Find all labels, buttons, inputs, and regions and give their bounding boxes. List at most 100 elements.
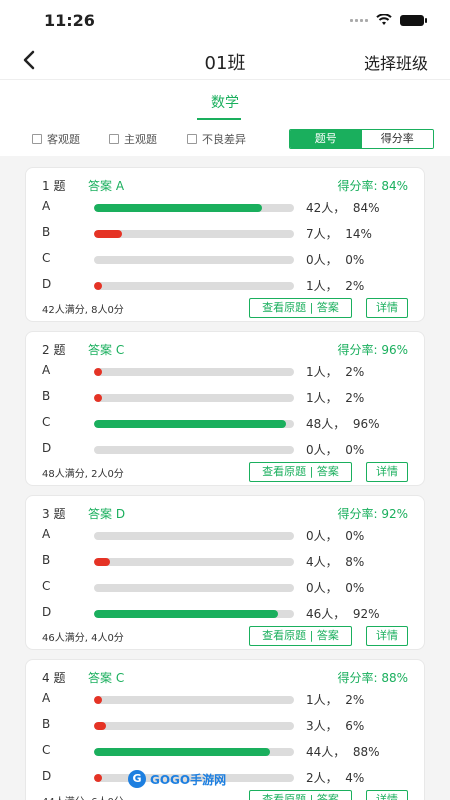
view-question-button[interactable]: 查看原题 | 答案 <box>249 298 352 318</box>
option-bar-fill <box>94 368 102 376</box>
option-row: B 4人， 8% <box>26 548 424 574</box>
option-row: A 42人， 84% <box>26 194 424 220</box>
question-number: 3 题 <box>42 507 66 521</box>
subjective-checkbox[interactable]: 主观题 <box>109 131 157 147</box>
option-label: A <box>42 527 51 541</box>
watermark-logo-icon: G <box>128 770 146 788</box>
watermark: G GOGO手游网 <box>128 768 226 790</box>
view-question-button[interactable]: 查看原题 | 答案 <box>249 790 352 800</box>
detail-button[interactable]: 详情 <box>366 790 408 800</box>
correct-answer: 答案 D <box>88 507 126 521</box>
option-row: D 46人， 92% <box>26 600 424 626</box>
filter-bar: 客观题 主观题 不良差异 题号 得分率 <box>0 124 450 156</box>
option-bar-track <box>94 722 294 730</box>
score-rate: 得分率: 84% <box>337 179 408 193</box>
signal-icon <box>350 18 368 22</box>
detail-button[interactable]: 详情 <box>366 626 408 646</box>
option-bar-track <box>94 368 294 376</box>
option-label: C <box>42 579 51 593</box>
status-icons <box>350 14 427 26</box>
objective-checkbox[interactable]: 客观题 <box>32 131 80 147</box>
option-bar-track <box>94 394 294 402</box>
option-row: B 3人， 6% <box>26 712 424 738</box>
sort-by-rate-tab[interactable]: 得分率 <box>361 130 433 148</box>
option-row: D 0人， 0% <box>26 436 424 462</box>
option-stat: 1人， 2% <box>306 279 365 293</box>
option-stat: 7人， 14% <box>306 227 372 241</box>
option-bar-fill <box>94 558 110 566</box>
watermark-text: GOGO手游网 <box>150 772 227 787</box>
option-bar-fill <box>94 774 102 782</box>
option-bar-fill <box>94 394 102 402</box>
tab-indicator <box>197 118 241 120</box>
option-stat: 48人， 96% <box>306 417 380 431</box>
option-bar-fill <box>94 282 102 290</box>
option-bar-fill <box>94 748 270 756</box>
option-row: A 1人， 2% <box>26 686 424 712</box>
status-time: 11:26 <box>44 11 95 30</box>
option-label: C <box>42 415 51 429</box>
option-bar-track <box>94 256 294 264</box>
subject-bar: 数学 <box>0 80 450 124</box>
score-summary: 48人满分, 2人0分 <box>42 469 124 480</box>
score-summary: 46人满分, 4人0分 <box>42 633 124 644</box>
option-label: A <box>42 199 51 213</box>
option-stat: 1人， 2% <box>306 391 365 405</box>
bad-diff-checkbox[interactable]: 不良差异 <box>187 131 246 147</box>
option-stat: 3人， 6% <box>306 719 365 733</box>
checkbox-icon <box>187 134 197 144</box>
wifi-icon <box>376 14 392 25</box>
option-bar-fill <box>94 722 106 730</box>
view-question-button[interactable]: 查看原题 | 答案 <box>249 462 352 482</box>
option-bar-track <box>94 610 294 618</box>
question-number: 2 题 <box>42 343 66 357</box>
option-label: A <box>42 363 51 377</box>
score-rate: 得分率: 92% <box>337 507 408 521</box>
option-bar-fill <box>94 696 102 704</box>
correct-answer: 答案 C <box>88 671 125 685</box>
question-card: 1 题 答案 A 得分率: 84% A 42人， 84% B 7人， 14% C 0人， 0% D… <box>25 167 425 322</box>
select-class-button[interactable]: 选择班级 <box>364 50 428 74</box>
option-bar-track <box>94 282 294 290</box>
detail-button[interactable]: 详情 <box>366 298 408 318</box>
nav-bar: 01班 选择班级 <box>0 40 450 80</box>
option-label: D <box>42 769 52 783</box>
option-label: D <box>42 441 52 455</box>
option-stat: 1人， 2% <box>306 693 365 707</box>
option-bar-track <box>94 230 294 238</box>
option-row: B 7人， 14% <box>26 220 424 246</box>
score-summary: 44人满分, 6人0分 <box>42 793 124 800</box>
option-label: A <box>42 691 51 705</box>
option-stat: 2人， 4% <box>306 771 365 785</box>
question-number: 1 题 <box>42 179 66 193</box>
option-stat: 46人， 92% <box>306 607 380 621</box>
option-stat: 0人， 0% <box>306 581 365 595</box>
objective-label: 客观题 <box>47 133 80 146</box>
option-row: C 0人， 0% <box>26 574 424 600</box>
tab-math[interactable]: 数学 <box>0 92 450 112</box>
option-stat: 4人， 8% <box>306 555 365 569</box>
option-stat: 1人， 2% <box>306 365 365 379</box>
option-bar-track <box>94 696 294 704</box>
score-summary: 42人满分, 8人0分 <box>42 305 124 316</box>
correct-answer: 答案 A <box>88 179 125 193</box>
bad-diff-label: 不良差异 <box>202 133 246 146</box>
option-bar-track <box>94 446 294 454</box>
sort-by-number-tab[interactable]: 题号 <box>290 130 362 148</box>
option-label: C <box>42 743 51 757</box>
option-stat: 0人， 0% <box>306 529 365 543</box>
detail-button[interactable]: 详情 <box>366 462 408 482</box>
option-stat: 0人， 0% <box>306 253 365 267</box>
option-row: C 44人， 88% <box>26 738 424 764</box>
option-row: B 1人， 2% <box>26 384 424 410</box>
option-bar-track <box>94 558 294 566</box>
option-bar-track <box>94 420 294 428</box>
option-bar-fill <box>94 420 286 428</box>
option-row: D 1人， 2% <box>26 272 424 298</box>
checkbox-icon <box>32 134 42 144</box>
option-stat: 42人， 84% <box>306 201 380 215</box>
correct-answer: 答案 C <box>88 343 125 357</box>
view-question-button[interactable]: 查看原题 | 答案 <box>249 626 352 646</box>
subjective-label: 主观题 <box>124 133 157 146</box>
option-label: B <box>42 717 51 731</box>
